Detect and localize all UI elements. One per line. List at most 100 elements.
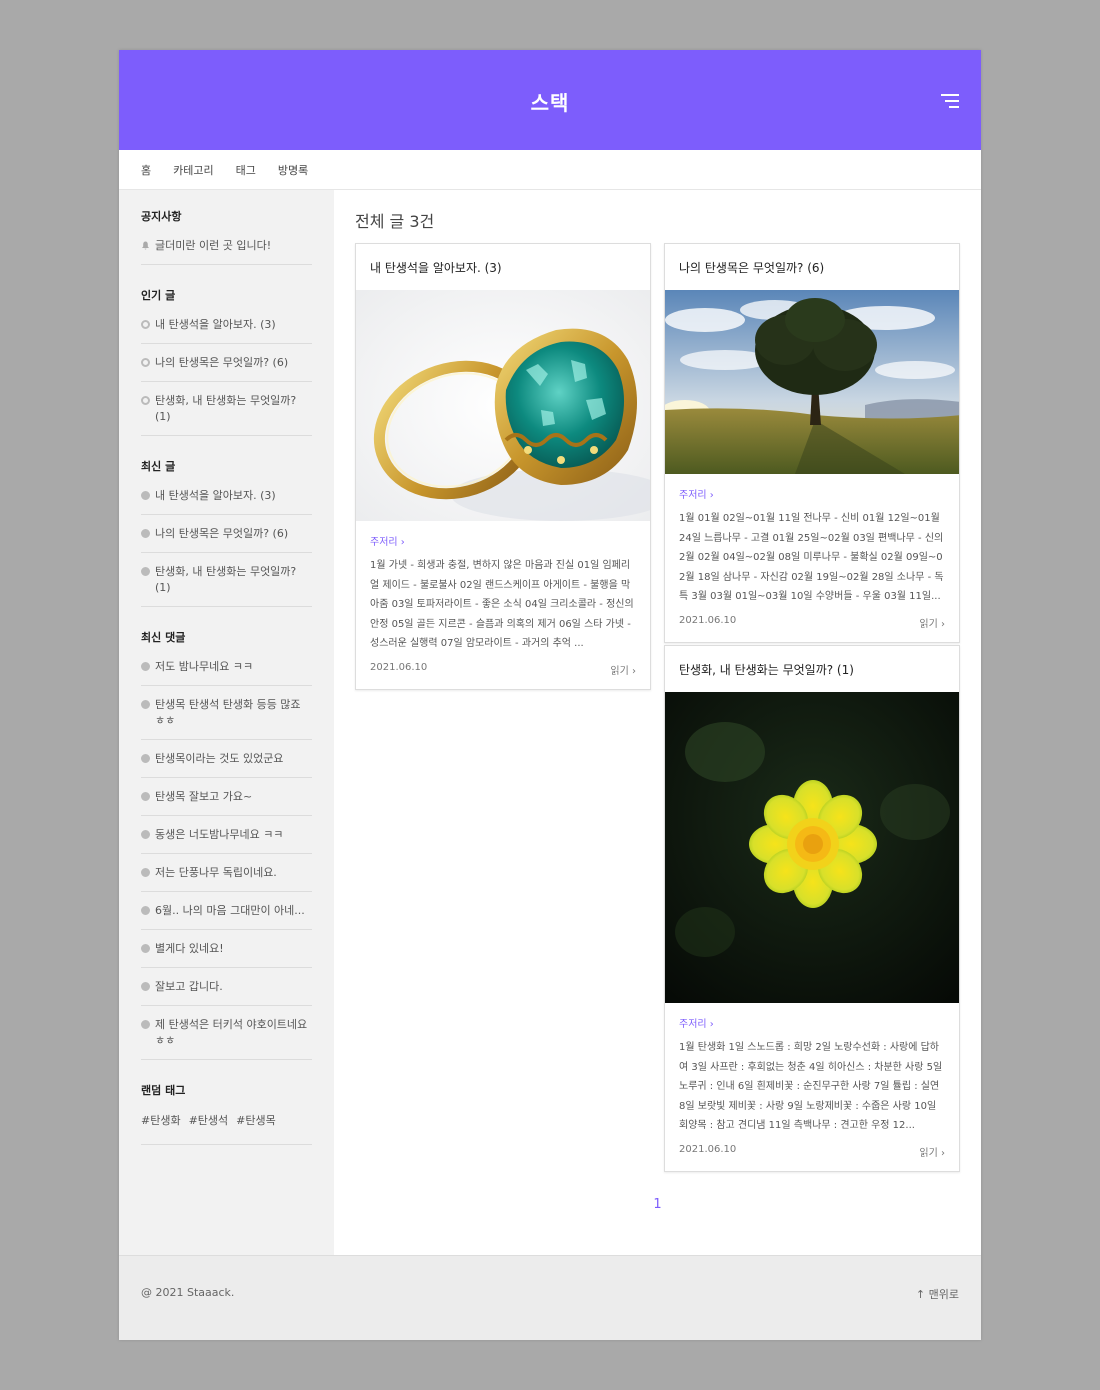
post-title[interactable]: 내 탄생석을 알아보자. (3)	[356, 244, 650, 290]
comment-label: 6월.. 나의 마음 그대만이 아네...	[155, 904, 305, 917]
notice-section: 공지사항 글더미란 이런 곳 입니다!	[141, 208, 312, 265]
read-more-link[interactable]: 읽기 ›	[919, 1144, 945, 1159]
bullet-icon	[141, 529, 150, 538]
bullet-icon	[141, 792, 150, 801]
post-card: 내 탄생석을 알아보자. (3) 주저리 › 1월 가넷 - 희생과 충절, 변…	[355, 243, 651, 690]
post-date: 2021.06.10	[370, 662, 428, 673]
comment-item[interactable]: 저도 밤나무네요 ㅋㅋ	[141, 659, 312, 686]
notice-item[interactable]: 글더미란 이런 곳 입니다!	[141, 238, 312, 264]
main-content: 전체 글 3건 내 탄생석을 알아보자. (3) 주저리 › 1월 가넷 - 희…	[334, 190, 981, 1255]
notice-title: 공지사항	[141, 210, 182, 223]
popular-item[interactable]: 내 탄생석을 알아보자. (3)	[141, 317, 312, 344]
comment-label: 제 탄생석은 터키석 야호이트네요 ㅎㅎ	[155, 1018, 308, 1047]
post-excerpt: 1월 01월 02일~01월 11일 전나무 - 신비 01월 12일~01월 …	[679, 513, 944, 602]
comment-item[interactable]: 잘보고 갑니다.	[141, 979, 312, 1006]
popular-title: 인기 글	[141, 289, 176, 302]
back-to-top-link[interactable]: ↑ 맨위로	[916, 1286, 959, 1302]
post-card: 나의 탄생목은 무엇일까? (6) 주저리 › 1월 01월 02일~01월 1…	[664, 243, 960, 643]
bullet-icon	[141, 868, 150, 877]
bullet-icon	[141, 944, 150, 953]
recent-item[interactable]: 나의 탄생목은 무엇일까? (6)	[141, 526, 312, 553]
recent-item-label: 내 탄생석을 알아보자. (3)	[155, 489, 276, 502]
nav-tag[interactable]: 태그	[236, 162, 256, 178]
header: 스택	[119, 50, 981, 150]
bullet-icon	[141, 754, 150, 763]
read-more-link[interactable]: 읽기 ›	[919, 615, 945, 630]
bullet-icon	[141, 567, 150, 576]
footer: @ 2021 Staaack. ↑ 맨위로	[119, 1255, 981, 1340]
post-excerpt: 1월 가넷 - 희생과 충절, 변하지 않은 마음과 진실 01일 임페리얼 제…	[370, 560, 634, 649]
post-category[interactable]: 주저리 ›	[679, 486, 945, 501]
sidebar: 공지사항 글더미란 이런 곳 입니다! 인기 글 내 탄생석을 알아보자. (3…	[119, 190, 334, 1255]
post-category[interactable]: 주저리 ›	[679, 1015, 945, 1030]
tags-title: 랜덤 태그	[141, 1084, 186, 1097]
comment-label: 탄생목이라는 것도 있었군요	[155, 752, 284, 765]
comment-label: 별게다 있네요!	[155, 942, 224, 955]
bullet-icon	[141, 906, 150, 915]
comment-item[interactable]: 탄생목이라는 것도 있었군요	[141, 751, 312, 778]
recent-title: 최신 글	[141, 460, 176, 473]
tag-link[interactable]: #탄생화	[141, 1112, 181, 1128]
recent-item[interactable]: 탄생화, 내 탄생화는 무엇일까? (1)	[141, 564, 312, 606]
popular-item[interactable]: 탄생화, 내 탄생화는 무엇일까? (1)	[141, 393, 312, 435]
comment-item[interactable]: 탄생목 잘보고 가요~	[141, 789, 312, 816]
bullet-icon	[141, 662, 150, 671]
tags-section: 랜덤 태그 #탄생화 #탄생석 #탄생목	[141, 1082, 312, 1145]
comments-title: 최신 댓글	[141, 631, 186, 644]
post-card: 탄생화, 내 탄생화는 무엇일까? (1) 주저리 › 1월 탄생화 1일 스노…	[664, 645, 960, 1172]
comment-label: 잘보고 갑니다.	[155, 980, 223, 993]
comment-label: 저는 단풍나무 독립이네요.	[155, 866, 277, 879]
post-category[interactable]: 주저리 ›	[370, 533, 636, 548]
post-date: 2021.06.10	[679, 615, 737, 626]
nav-guestbook[interactable]: 방명록	[278, 162, 308, 178]
comment-label: 탄생목 잘보고 가요~	[155, 790, 253, 803]
comment-item[interactable]: 저는 단풍나무 독립이네요.	[141, 865, 312, 892]
post-thumbnail[interactable]	[356, 290, 650, 521]
popular-section: 인기 글 내 탄생석을 알아보자. (3) 나의 탄생목은 무엇일까? (6) …	[141, 287, 312, 436]
post-thumbnail[interactable]	[665, 290, 959, 474]
bullet-icon	[141, 982, 150, 991]
site-title[interactable]: 스택	[119, 87, 981, 116]
bullet-icon	[141, 1020, 150, 1029]
post-title[interactable]: 탄생화, 내 탄생화는 무엇일까? (1)	[665, 646, 959, 692]
popular-item-label: 탄생화, 내 탄생화는 무엇일까? (1)	[155, 394, 297, 423]
content-title: 전체 글 3건	[355, 212, 435, 231]
popular-item[interactable]: 나의 탄생목은 무엇일까? (6)	[141, 355, 312, 382]
copyright: @ 2021 Staaack.	[141, 1286, 235, 1299]
nav-home[interactable]: 홈	[141, 162, 151, 178]
pagination: 1	[334, 1197, 981, 1212]
read-more-link[interactable]: 읽기 ›	[610, 662, 636, 677]
page: 스택 홈 카테고리 태그 방명록 공지사항 글더미란 이런 곳 입니다! 인기 …	[119, 50, 981, 1340]
comment-item[interactable]: 동생은 너도밤나무네요 ㅋㅋ	[141, 827, 312, 854]
bullet-icon	[141, 491, 150, 500]
recent-item[interactable]: 내 탄생석을 알아보자. (3)	[141, 488, 312, 515]
post-title[interactable]: 나의 탄생목은 무엇일까? (6)	[665, 244, 959, 290]
bullet-icon	[141, 396, 150, 405]
nav-category[interactable]: 카테고리	[173, 162, 213, 178]
comments-section: 최신 댓글 저도 밤나무네요 ㅋㅋ 탄생목 탄생석 탄생화 등등 많죠 ㅎㅎ 탄…	[141, 629, 312, 1060]
tag-link[interactable]: #탄생석	[189, 1112, 229, 1128]
bullet-icon	[141, 320, 150, 329]
tag-link[interactable]: #탄생목	[236, 1112, 276, 1128]
bullet-icon	[141, 830, 150, 839]
menu-icon[interactable]	[941, 94, 959, 108]
notice-label: 글더미란 이런 곳 입니다!	[155, 239, 272, 252]
page-1-link[interactable]: 1	[653, 1197, 661, 1212]
comment-item[interactable]: 6월.. 나의 마음 그대만이 아네...	[141, 903, 312, 930]
bell-icon	[141, 241, 150, 250]
comment-label: 저도 밤나무네요 ㅋㅋ	[155, 660, 254, 673]
popular-item-label: 내 탄생석을 알아보자. (3)	[155, 318, 276, 331]
recent-section: 최신 글 내 탄생석을 알아보자. (3) 나의 탄생목은 무엇일까? (6) …	[141, 458, 312, 607]
post-date: 2021.06.10	[679, 1144, 737, 1155]
post-thumbnail[interactable]	[665, 692, 959, 1003]
comment-label: 동생은 너도밤나무네요 ㅋㅋ	[155, 828, 284, 841]
bullet-icon	[141, 700, 150, 709]
recent-item-label: 나의 탄생목은 무엇일까? (6)	[155, 527, 289, 540]
comment-label: 탄생목 탄생석 탄생화 등등 많죠 ㅎㅎ	[155, 698, 301, 727]
top-nav: 홈 카테고리 태그 방명록	[119, 150, 981, 190]
recent-item-label: 탄생화, 내 탄생화는 무엇일까? (1)	[155, 565, 297, 594]
comment-item[interactable]: 제 탄생석은 터키석 야호이트네요 ㅎㅎ	[141, 1017, 312, 1059]
comment-item[interactable]: 별게다 있네요!	[141, 941, 312, 968]
comment-item[interactable]: 탄생목 탄생석 탄생화 등등 많죠 ㅎㅎ	[141, 697, 312, 740]
post-excerpt: 1월 탄생화 1일 스노드롭 : 희망 2일 노랑수선화 : 사랑에 답하여 3…	[679, 1042, 943, 1131]
